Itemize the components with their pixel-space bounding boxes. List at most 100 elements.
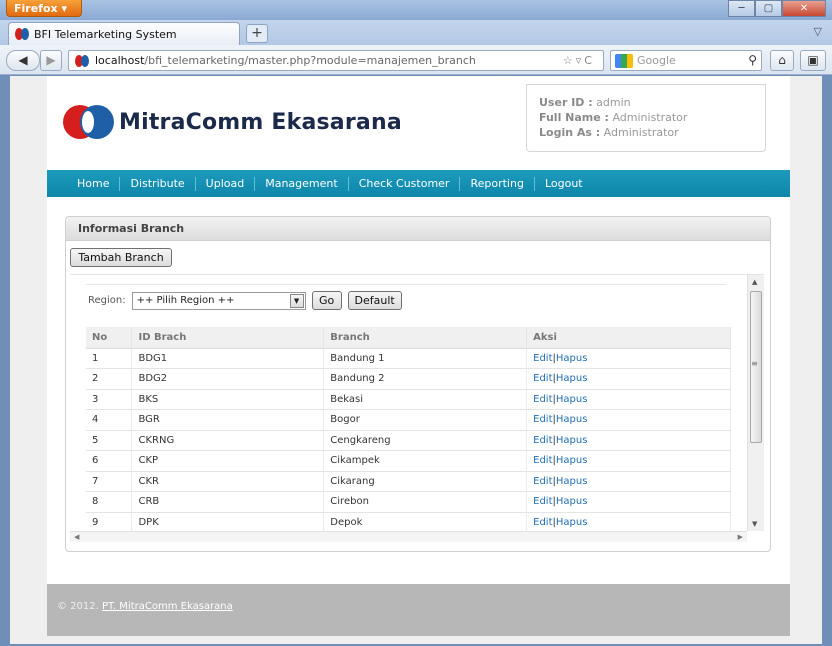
delete-link[interactable]: Hapus — [556, 353, 588, 364]
cell-branch: Cengkareng — [323, 430, 528, 451]
url-bar[interactable]: localhost/bfi_telemarketing/master.php?m… — [68, 50, 604, 71]
menu-home[interactable]: Home — [67, 176, 121, 191]
close-icon[interactable]: ✕ — [782, 0, 826, 17]
footer-company-link[interactable]: PT. MitraComm Ekasarana — [102, 601, 233, 612]
edit-link[interactable]: Edit — [533, 414, 552, 425]
edit-link[interactable]: Edit — [533, 435, 552, 446]
add-branch-button[interactable]: Tambah Branch — [70, 248, 172, 267]
addons-icon[interactable]: ▣ — [800, 50, 826, 71]
table-row: 7 CKR Cikarang Edit|Hapus — [86, 471, 731, 492]
menu-upload[interactable]: Upload — [196, 176, 256, 191]
chevron-down-icon[interactable]: ▼ — [289, 293, 304, 308]
cell-id: BDG2 — [131, 368, 325, 390]
region-select[interactable]: ++ Pilih Region ++ ▼ — [131, 291, 306, 310]
region-label: Region: — [88, 295, 126, 306]
cell-id: DPK — [131, 512, 325, 531]
firefox-menu-button[interactable]: Firefox ▾ — [6, 0, 82, 17]
table-header-row: No ID Brach Branch Aksi — [86, 327, 731, 349]
search-bar[interactable]: Google ⚲ — [610, 50, 762, 71]
edit-link[interactable]: Edit — [533, 455, 552, 466]
delete-link[interactable]: Hapus — [556, 517, 588, 528]
page-viewport: MitraComm Ekasarana User ID : admin Full… — [10, 76, 822, 644]
delete-link[interactable]: Hapus — [556, 373, 588, 384]
vertical-scrollbar[interactable]: ▲ ≡ ▼ — [747, 275, 764, 531]
cell-branch: Bandung 1 — [323, 348, 528, 369]
cell-branch: Cikampek — [323, 450, 528, 472]
cell-actions: Edit|Hapus — [526, 450, 731, 472]
cell-no: 7 — [86, 471, 133, 492]
delete-link[interactable]: Hapus — [556, 394, 588, 405]
cell-id: CKRNG — [131, 430, 325, 451]
url-host: localhost — [95, 54, 145, 67]
go-button[interactable]: Go — [311, 291, 342, 310]
back-arrow-icon[interactable]: ◀ — [6, 50, 40, 71]
bookmark-star-reload-icon[interactable]: ☆▿C — [563, 54, 595, 67]
cell-branch: Depok — [323, 512, 528, 531]
scroll-left-icon[interactable]: ◀ — [74, 533, 79, 541]
tab-bfi-telemarketing[interactable]: BFI Telemarketing System — [8, 22, 240, 45]
cell-actions: Edit|Hapus — [526, 471, 731, 492]
cell-no: 6 — [86, 450, 133, 472]
full-name-label: Full Name : — [539, 111, 609, 124]
table-row: 9 DPK Depok Edit|Hapus — [86, 512, 731, 531]
favicon-icon — [15, 28, 29, 40]
cell-branch: Cirebon — [323, 491, 528, 513]
home-icon[interactable]: ⌂ — [770, 50, 794, 71]
menu-reporting[interactable]: Reporting — [460, 176, 535, 191]
full-name-value: Administrator — [612, 111, 688, 124]
scroll-down-icon[interactable]: ▼ — [752, 520, 757, 528]
table-row: 1 BDG1 Bandung 1 Edit|Hapus — [86, 348, 731, 369]
delete-link[interactable]: Hapus — [556, 414, 588, 425]
cell-actions: Edit|Hapus — [526, 348, 731, 369]
edit-link[interactable]: Edit — [533, 353, 552, 364]
menu-check-customer[interactable]: Check Customer — [349, 176, 461, 191]
window-titlebar: Firefox ▾ ─ ▢ ✕ — [0, 0, 832, 20]
region-filter: Region: ++ Pilih Region ++ ▼ Go Default — [88, 291, 402, 310]
cell-branch: Bekasi — [323, 389, 528, 410]
minimize-icon[interactable]: ─ — [728, 0, 755, 17]
edit-link[interactable]: Edit — [533, 373, 552, 384]
scroll-up-icon[interactable]: ▲ — [752, 278, 757, 286]
horizontal-scrollbar[interactable]: ◀ ▶ — [70, 531, 747, 542]
site-identity-icon — [75, 54, 89, 67]
menu-logout[interactable]: Logout — [535, 177, 593, 191]
google-engine-icon[interactable] — [615, 53, 633, 68]
forward-arrow-icon[interactable]: ▶ — [40, 50, 62, 71]
edit-link[interactable]: Edit — [533, 394, 552, 405]
branch-table: No ID Brach Branch Aksi 1 BDG1 Bandung 1 Ed… — [86, 327, 731, 531]
delete-link[interactable]: Hapus — [556, 496, 588, 507]
cell-no: 8 — [86, 491, 133, 513]
url-path: /bfi_telemarketing/master.php?module=man… — [144, 54, 476, 67]
table-row: 5 CKRNG Cengkareng Edit|Hapus — [86, 430, 731, 451]
menu-management[interactable]: Management — [255, 176, 349, 191]
menu-distribute[interactable]: Distribute — [120, 176, 196, 191]
delete-link[interactable]: Hapus — [556, 476, 588, 487]
panel-title: Informasi Branch — [66, 217, 770, 241]
search-icon[interactable]: ⚲ — [748, 53, 757, 67]
logo-text: MitraComm Ekasarana — [119, 109, 402, 135]
table-row: 6 CKP Cikampek Edit|Hapus — [86, 450, 731, 472]
scroll-right-icon[interactable]: ▶ — [738, 533, 743, 541]
maximize-icon[interactable]: ▢ — [755, 0, 782, 17]
column-header-id: ID Brach — [131, 327, 325, 349]
search-placeholder: Google — [637, 54, 676, 67]
delete-link[interactable]: Hapus — [556, 455, 588, 466]
company-logo: MitraComm Ekasarana — [63, 105, 402, 139]
branch-list-frame: Region: ++ Pilih Region ++ ▼ Go Default … — [70, 274, 764, 542]
new-tab-plus-icon[interactable]: + — [246, 24, 268, 43]
cell-branch: Bogor — [323, 409, 528, 431]
edit-link[interactable]: Edit — [533, 517, 552, 528]
default-button[interactable]: Default — [347, 291, 402, 310]
cell-actions: Edit|Hapus — [526, 409, 731, 431]
edit-link[interactable]: Edit — [533, 476, 552, 487]
table-row: 2 BDG2 Bandung 2 Edit|Hapus — [86, 368, 731, 390]
edit-link[interactable]: Edit — [533, 496, 552, 507]
cell-actions: Edit|Hapus — [526, 512, 731, 531]
cell-id: CKR — [131, 471, 325, 492]
cell-id: CKP — [131, 450, 325, 472]
tab-list-chevron-icon[interactable]: ▽ — [814, 25, 822, 38]
cell-no: 4 — [86, 409, 133, 431]
delete-link[interactable]: Hapus — [556, 435, 588, 446]
user-id-value: admin — [596, 96, 631, 109]
window-controls: ─ ▢ ✕ — [728, 0, 826, 18]
